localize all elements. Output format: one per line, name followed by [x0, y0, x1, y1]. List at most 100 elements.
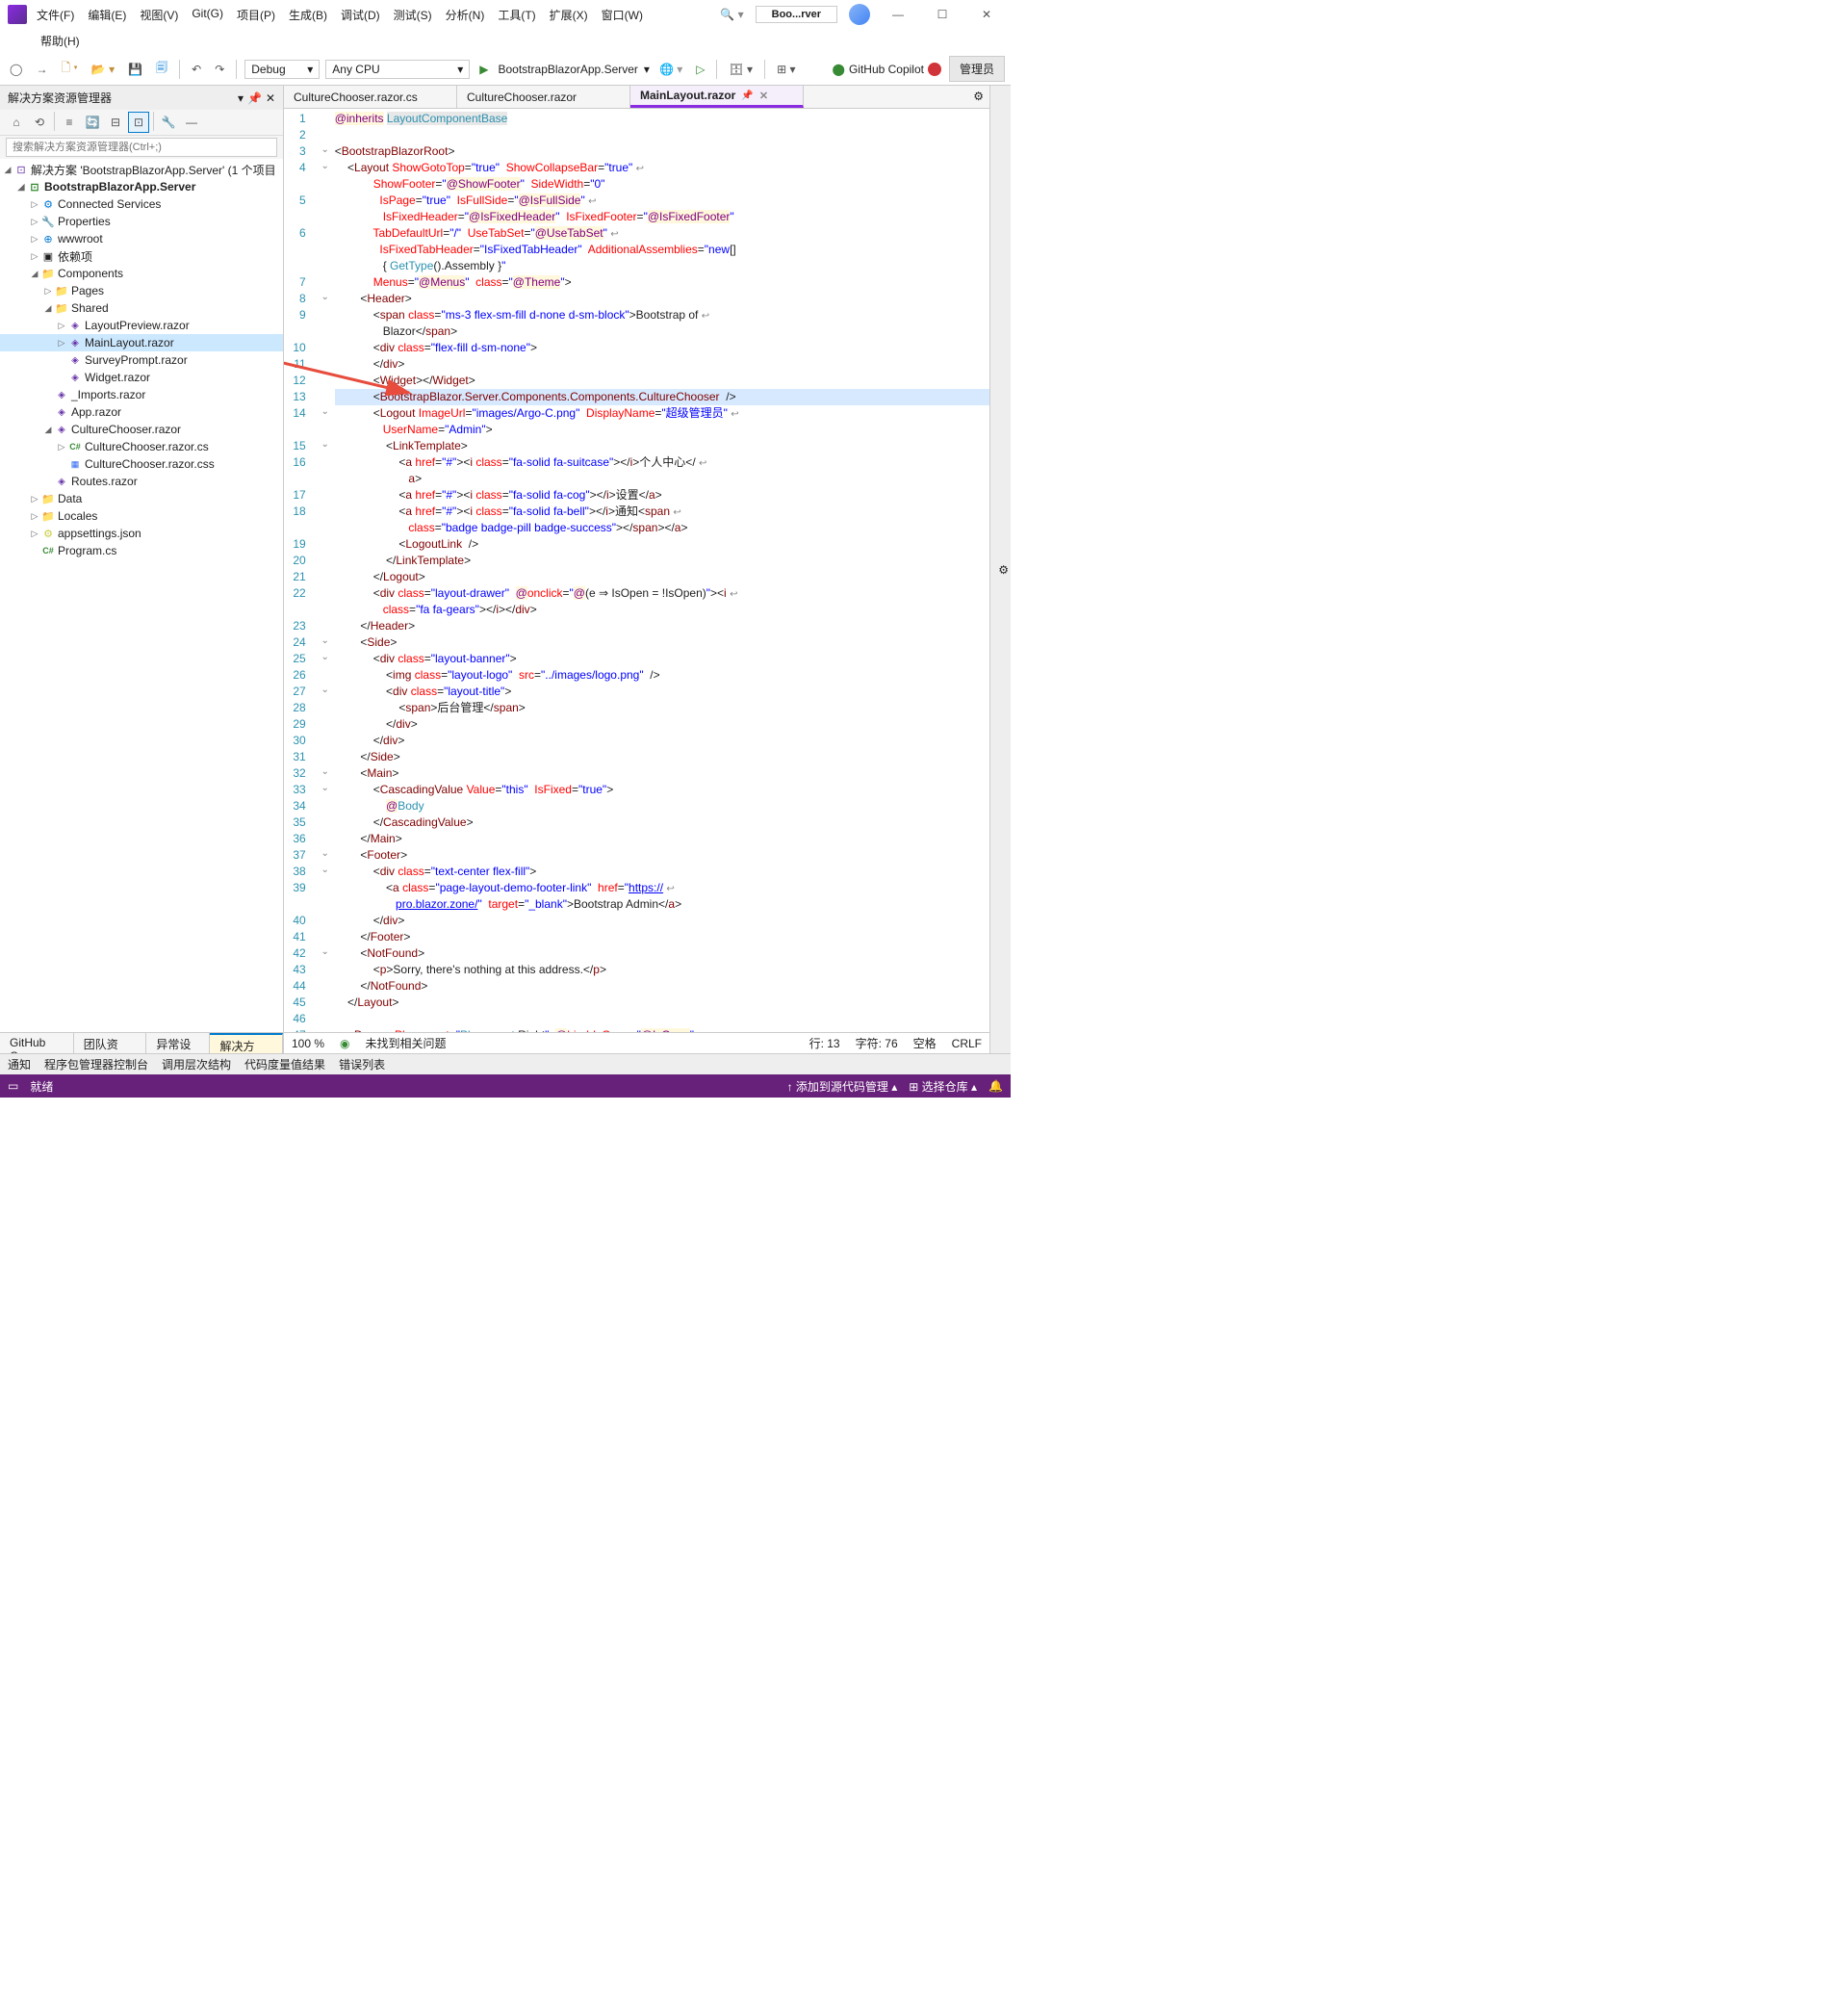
menu-item[interactable]: 测试(S)	[388, 3, 438, 27]
tree-item[interactable]: ▷⚙Connected Services	[0, 195, 283, 213]
nav-fwd-icon[interactable]: →	[32, 61, 51, 78]
bottom-tab[interactable]: 异常设置	[146, 1033, 210, 1053]
tree-item[interactable]: ▷C#CultureChooser.razor.cs	[0, 438, 283, 455]
home-icon[interactable]: ⌂	[6, 112, 27, 133]
output-tab[interactable]: 通知	[8, 1056, 31, 1073]
menu-item[interactable]: 扩展(X)	[544, 3, 594, 27]
source-control[interactable]: ↑ 添加到源代码管理 ▴	[787, 1078, 898, 1095]
tree-item[interactable]: ◈App.razor	[0, 403, 283, 421]
code-editor[interactable]: 1 2 3 4 5 6 7 8 9 10 11 12 13 14 15 16 1…	[284, 109, 989, 1032]
output-icon[interactable]: ▭	[8, 1079, 18, 1093]
menu-item[interactable]: 窗口(W)	[596, 3, 649, 27]
zoom-level[interactable]: 100 %	[292, 1037, 324, 1050]
tree-item-selected[interactable]: ▷◈MainLayout.razor	[0, 334, 283, 351]
minimize-button[interactable]: —	[882, 3, 914, 26]
tree-item[interactable]: ◈_Imports.razor	[0, 386, 283, 403]
start-target[interactable]: BootstrapBlazorApp.Server	[499, 63, 638, 76]
tab-settings-icon[interactable]: ⚙	[967, 86, 989, 108]
config-select[interactable]: Debug▾	[244, 60, 320, 79]
solution-tree: ◢⊡解决方案 'BootstrapBlazorApp.Server' (1 个项…	[0, 159, 283, 1032]
save-all-icon[interactable]: 🗐	[152, 57, 171, 81]
output-tab[interactable]: 程序包管理器控制台	[44, 1056, 148, 1073]
fold-gutter[interactable]: ⌄ ⌄ ⌄ ⌄ ⌄ ⌄ ⌄ ⌄ ⌄ ⌄ ⌄ ⌄ ⌄ ⌄ ⌄	[316, 109, 335, 1032]
tree-item[interactable]: ▷📁Data	[0, 490, 283, 507]
menu-item[interactable]: 分析(N)	[440, 3, 491, 27]
sync-icon[interactable]: 🔄	[82, 112, 103, 133]
properties-icon[interactable]: 🔧	[158, 112, 179, 133]
menu-item[interactable]: 项目(P)	[231, 3, 281, 27]
tree-item[interactable]: ▷⊕wwwroot	[0, 230, 283, 247]
eol-mode[interactable]: CRLF	[952, 1037, 982, 1050]
panel-menu-icon[interactable]: ▾	[238, 91, 244, 105]
editor-tab[interactable]: MainLayout.razor📌✕	[630, 86, 804, 108]
bottom-tab[interactable]: GitHub C...	[0, 1033, 74, 1053]
tree-item[interactable]: ▷📁Locales	[0, 507, 283, 525]
indent-mode[interactable]: 空格	[913, 1035, 937, 1051]
maximize-button[interactable]: ☐	[926, 3, 959, 26]
output-tab[interactable]: 调用层次结构	[162, 1056, 231, 1073]
platform-select[interactable]: Any CPU▾	[325, 60, 470, 79]
tree-item[interactable]: ▦CultureChooser.razor.css	[0, 455, 283, 473]
show-all-icon[interactable]: ⊡	[128, 112, 149, 133]
extensions-icon[interactable]: ⊞ ▾	[773, 61, 799, 78]
search-input[interactable]	[6, 138, 277, 157]
tree-item[interactable]: C#Program.cs	[0, 542, 283, 559]
tree-item[interactable]: ▷▣依赖项	[0, 247, 283, 265]
tree-item[interactable]: ▷🔧Properties	[0, 213, 283, 230]
tree-item[interactable]: ◈Widget.razor	[0, 369, 283, 386]
menu-item[interactable]: 工具(T)	[492, 3, 541, 27]
menu-item[interactable]: 帮助(H)	[35, 29, 86, 53]
tree-item[interactable]: ▷⚙appsettings.json	[0, 525, 283, 542]
github-copilot[interactable]: ⬤GitHub Copilot	[833, 63, 941, 76]
db-icon[interactable]: 🗄 ▾	[725, 61, 757, 78]
output-tab[interactable]: 错误列表	[339, 1056, 385, 1073]
solution-node[interactable]: ◢⊡解决方案 'BootstrapBlazorApp.Server' (1 个项…	[0, 161, 283, 178]
new-file-icon[interactable]: 🗋 ▾	[57, 57, 81, 81]
editor-tab[interactable]: CultureChooser.razor.cs	[284, 86, 457, 108]
menu-item[interactable]: Git(G)	[186, 3, 229, 27]
menu-item[interactable]: 编辑(E)	[82, 3, 132, 27]
settings-icon[interactable]: ⚙	[996, 557, 1011, 582]
project-node[interactable]: ◢⊡BootstrapBlazorApp.Server	[0, 178, 283, 195]
code-content[interactable]: @inherits LayoutComponentBase<BootstrapB…	[335, 109, 989, 1032]
notifications-icon[interactable]: 🔔	[988, 1079, 1003, 1093]
nav-back-icon[interactable]: ◯	[6, 61, 26, 78]
menu-item[interactable]: 视图(V)	[134, 3, 184, 27]
close-button[interactable]: ✕	[970, 3, 1003, 26]
start-no-debug-icon[interactable]: ▷	[692, 61, 708, 78]
browser-icon[interactable]: 🌐 ▾	[655, 61, 686, 78]
redo-icon[interactable]: ↷	[211, 61, 228, 78]
save-icon[interactable]: 💾	[124, 61, 146, 78]
menu-item[interactable]: 生成(B)	[283, 3, 333, 27]
repo-select[interactable]: ⊞ 选择仓库 ▴	[909, 1078, 977, 1095]
start-button[interactable]: ▶	[475, 61, 492, 78]
pin-icon[interactable]: 📌	[741, 90, 753, 101]
undo-icon[interactable]: ↶	[188, 61, 205, 78]
tree-item[interactable]: ◢◈CultureChooser.razor	[0, 421, 283, 438]
output-tab[interactable]: 代码度量值结果	[244, 1056, 325, 1073]
pending-icon[interactable]: ≡	[59, 112, 80, 133]
bottom-tab[interactable]: 团队资源...	[74, 1033, 147, 1053]
user-avatar[interactable]	[849, 4, 870, 25]
panel-close-icon[interactable]: ✕	[266, 91, 275, 105]
tree-item[interactable]: ◢📁Components	[0, 265, 283, 282]
editor-tab[interactable]: CultureChooser.razor	[457, 86, 630, 108]
switch-views-icon[interactable]: ⟲	[29, 112, 50, 133]
menu-item[interactable]: 调试(D)	[335, 3, 386, 27]
open-icon[interactable]: 📂 ▾	[88, 61, 118, 78]
preview-icon[interactable]: —	[181, 112, 202, 133]
search-icon[interactable]: 🔍 ▾	[720, 8, 743, 21]
collapse-icon[interactable]: ⊟	[105, 112, 126, 133]
cursor-line[interactable]: 行: 13	[809, 1035, 840, 1051]
bottom-tab[interactable]: 解决方案...	[210, 1033, 283, 1053]
issues-status[interactable]: 未找到相关问题	[366, 1035, 447, 1051]
tree-item[interactable]: ▷📁Pages	[0, 282, 283, 299]
cursor-col[interactable]: 字符: 76	[856, 1035, 898, 1051]
tree-item[interactable]: ◈Routes.razor	[0, 473, 283, 490]
menu-item[interactable]: 文件(F)	[31, 3, 80, 27]
tree-item[interactable]: ◈SurveyPrompt.razor	[0, 351, 283, 369]
panel-pin-icon[interactable]: 📌	[247, 91, 262, 105]
tree-item[interactable]: ▷◈LayoutPreview.razor	[0, 317, 283, 334]
close-icon[interactable]: ✕	[759, 90, 768, 102]
tree-item[interactable]: ◢📁Shared	[0, 299, 283, 317]
